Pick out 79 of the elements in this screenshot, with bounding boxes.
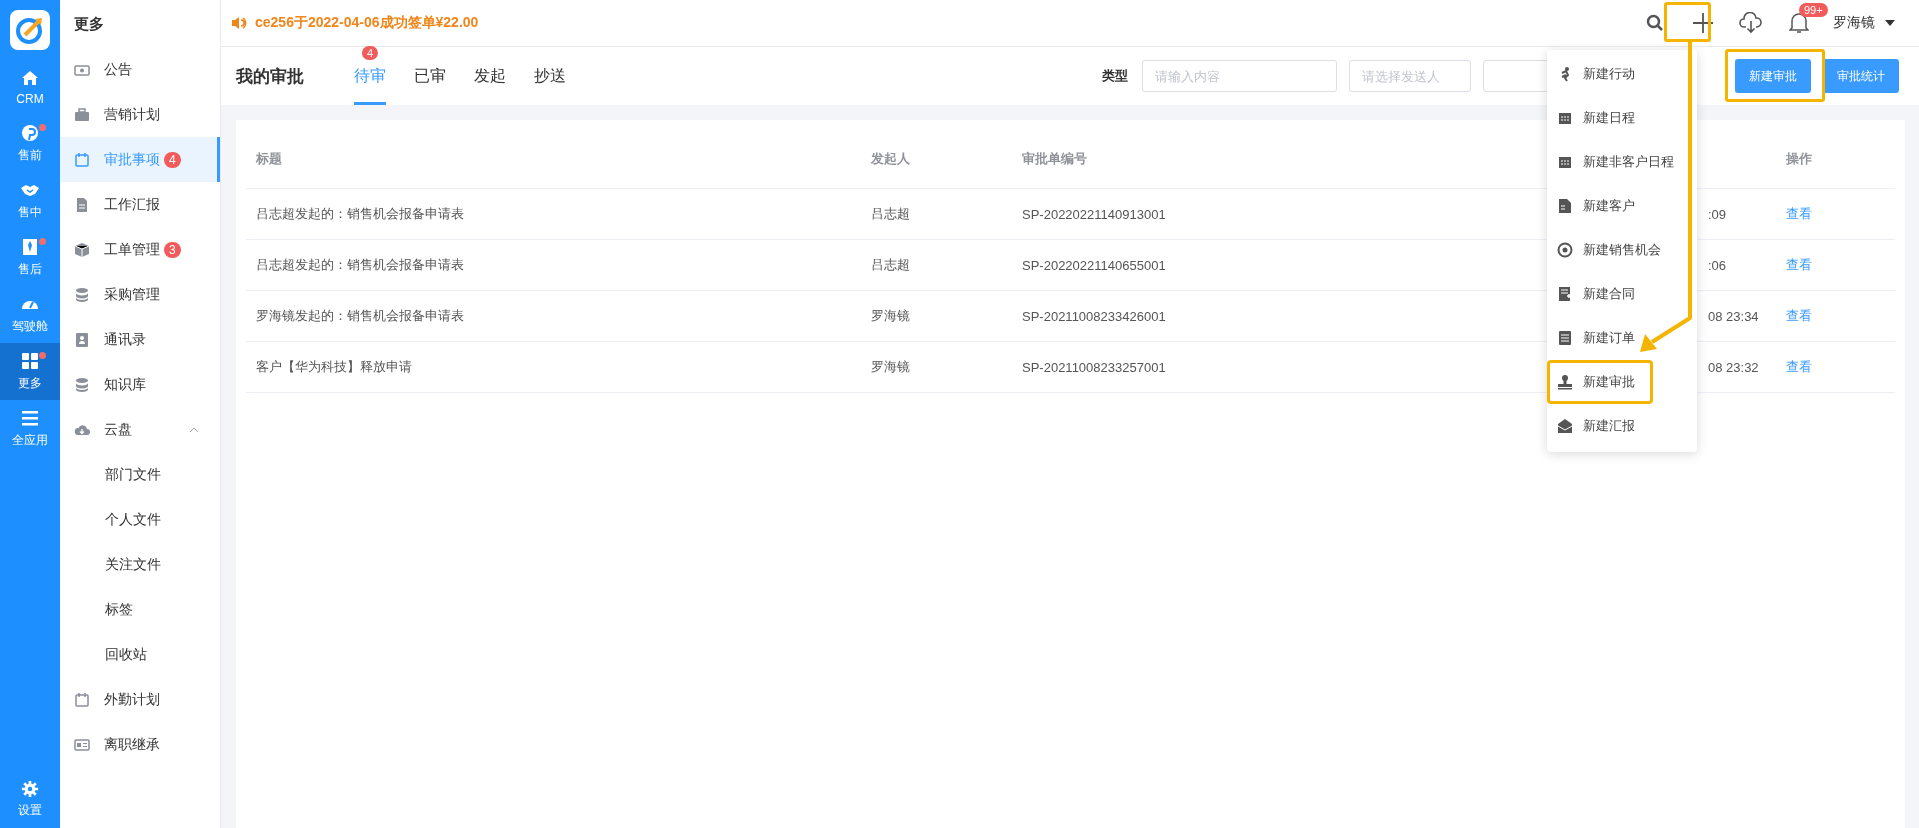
notice-text: ce256于2022-04-06成功签单¥22.00: [255, 14, 479, 32]
cloud-download-icon: [1739, 12, 1763, 34]
sidebar-item[interactable]: 通讯录: [60, 317, 220, 362]
filter-field[interactable]: 请输入内容: [1142, 60, 1337, 92]
cube-icon: [74, 241, 90, 258]
tab[interactable]: 已审: [414, 47, 446, 105]
table-cell: 吕志超发起的：销售机会报备申请表: [246, 240, 861, 291]
search-icon: [1646, 14, 1664, 32]
sidebar-item[interactable]: 外勤计划: [60, 677, 220, 722]
tie-icon: [20, 237, 40, 257]
filter-field[interactable]: 请选择发送人: [1349, 60, 1471, 92]
contact-book-icon: [74, 331, 90, 348]
document-icon: [1557, 198, 1573, 214]
table-cell: :09: [1698, 189, 1776, 240]
calendar-icon: [1557, 110, 1573, 126]
count-badge: 3: [164, 241, 181, 258]
column-header: 发起人: [861, 130, 1012, 189]
menu-icon: [20, 408, 40, 428]
bell-icon: [1789, 12, 1809, 34]
sidebar-item[interactable]: 标签: [60, 587, 220, 632]
sidebar-item[interactable]: 关注文件: [60, 542, 220, 587]
sidebar-item[interactable]: 工单管理 3: [60, 227, 220, 272]
table-cell: 客户【华为科技】释放申请: [246, 342, 861, 393]
grid-icon: [20, 351, 40, 371]
table-cell: 吕志超: [861, 189, 1012, 240]
plus-icon: [1692, 12, 1714, 34]
sidebar-item[interactable]: 云盘: [60, 407, 220, 452]
pin-icon: [20, 123, 40, 143]
tab[interactable]: 发起: [474, 47, 506, 105]
target-icon: [1557, 242, 1573, 258]
sidebar-item[interactable]: 公告: [60, 47, 220, 92]
highlight-frame: [1664, 2, 1711, 42]
sidebar-item[interactable]: 个人文件: [60, 497, 220, 542]
sidebar-item[interactable]: 工作汇报: [60, 182, 220, 227]
table-cell: :06: [1698, 240, 1776, 291]
list-document-icon: [1557, 330, 1573, 346]
speaker-icon: [231, 15, 247, 31]
tab[interactable]: 抄送: [534, 47, 566, 105]
calendar-icon: [74, 691, 90, 708]
column-header: 操作: [1776, 130, 1895, 189]
filter-label: 类型: [1102, 67, 1128, 85]
contract-icon: [1557, 286, 1573, 302]
table-cell: 吕志超: [861, 240, 1012, 291]
menu-item[interactable]: 新建审批: [1547, 360, 1653, 404]
stamp-icon: [1557, 374, 1573, 390]
caret-icon: [1885, 20, 1895, 26]
id-card-icon: [74, 736, 90, 753]
database-icon: [74, 376, 90, 393]
sidebar-item[interactable]: 知识库: [60, 362, 220, 407]
sidebar-item[interactable]: 部门文件: [60, 452, 220, 497]
count-badge: 99+: [1799, 3, 1828, 17]
sidebar-title: 更多: [73, 14, 105, 34]
count-badge: 4: [361, 46, 379, 60]
menu-item[interactable]: 新建行动: [1547, 52, 1697, 96]
table-cell: 08 23:34: [1698, 291, 1776, 342]
table-cell: 08 23:32: [1698, 342, 1776, 393]
nav-item[interactable]: 更多: [0, 343, 60, 400]
envelope-icon: [1557, 418, 1573, 434]
sidebar-item[interactable]: 采购管理: [60, 272, 220, 317]
settings-icon: [21, 780, 39, 798]
table-cell: 吕志超发起的：销售机会报备申请表: [246, 189, 861, 240]
calendar-icon: [1557, 154, 1573, 170]
page-title: 我的审批: [236, 65, 304, 88]
briefcase-icon: [74, 106, 90, 123]
table-cell: 罗海镜: [861, 291, 1012, 342]
table-cell: 罗海镜: [861, 342, 1012, 393]
menu-item[interactable]: 新建汇报: [1547, 404, 1697, 448]
count-badge: 4: [164, 151, 181, 168]
sidebar-item[interactable]: 营销计划: [60, 92, 220, 137]
document-icon: [74, 196, 90, 213]
app-logo: [10, 10, 50, 50]
table-cell: 罗海镜发起的：销售机会报备申请表: [246, 291, 861, 342]
calendar-icon: [74, 151, 90, 168]
user-menu[interactable]: 罗海镜: [1833, 14, 1895, 32]
database-icon: [74, 286, 90, 303]
menu-item[interactable]: 新建非客户日程: [1547, 140, 1697, 184]
column-header: 标题: [246, 130, 861, 189]
sidebar-item[interactable]: 离职继承: [60, 722, 220, 767]
sidebar-item[interactable]: 回收站: [60, 632, 220, 677]
